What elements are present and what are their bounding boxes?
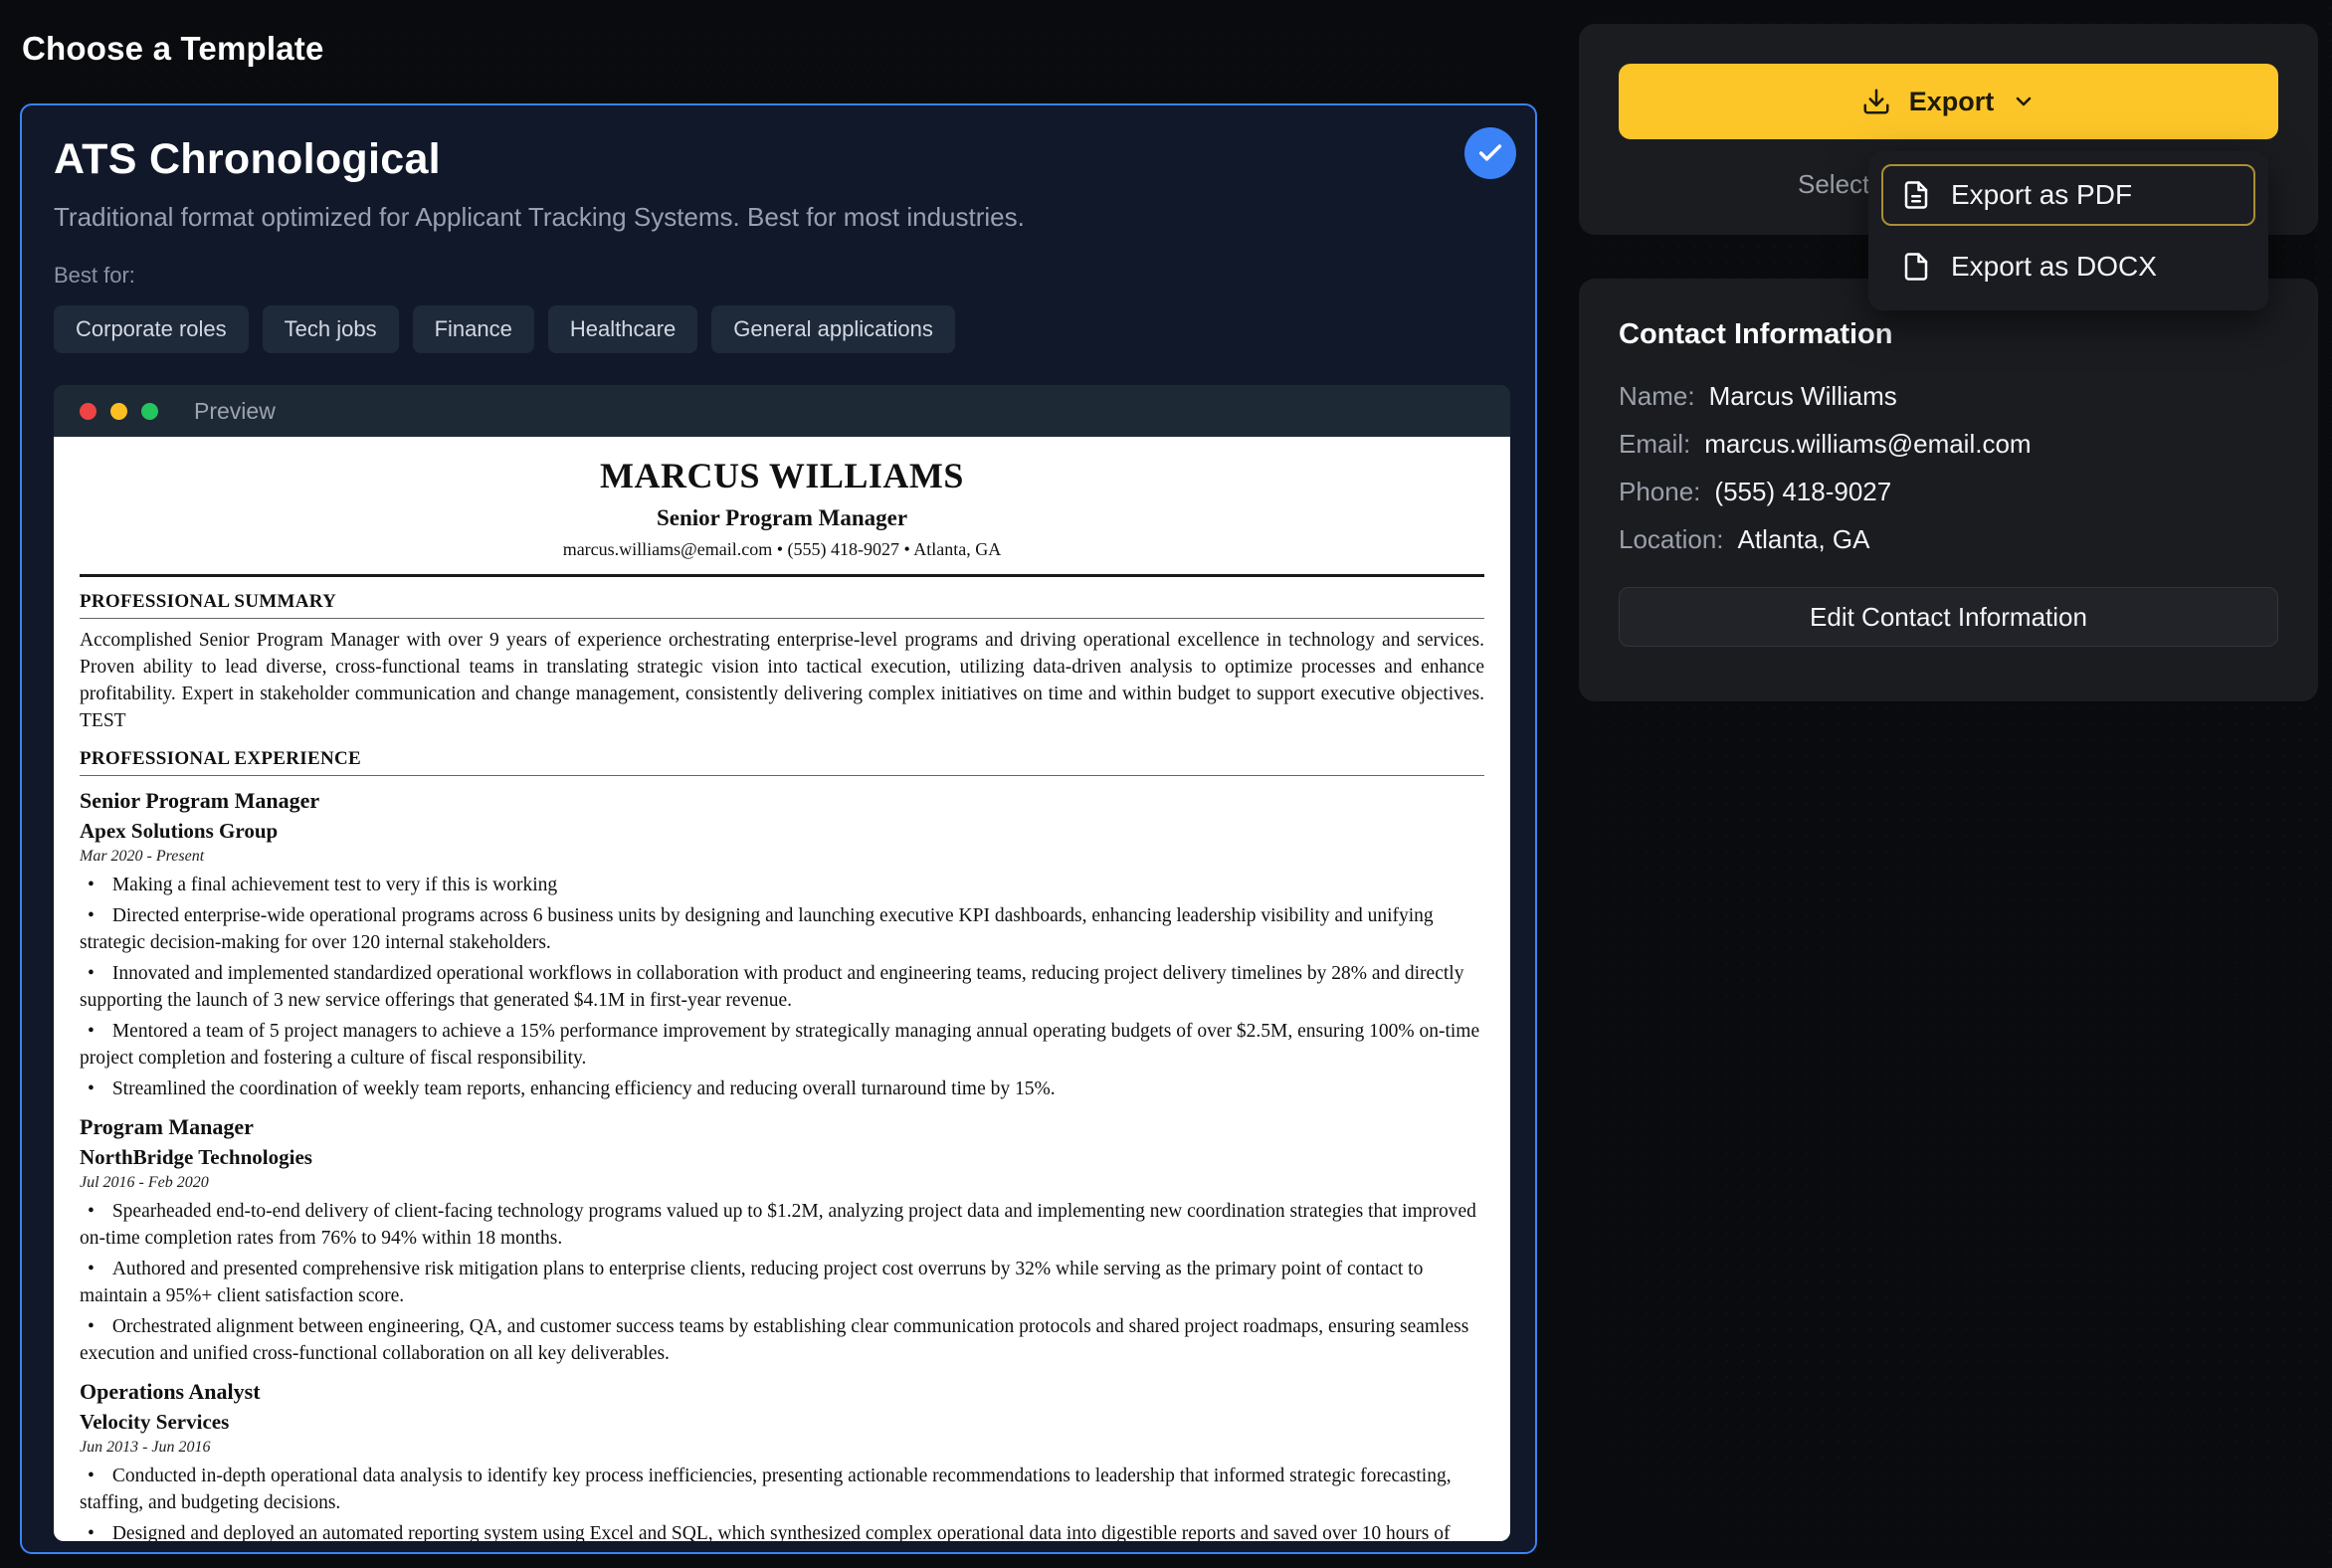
menu-item-label: Export as DOCX xyxy=(1951,251,2157,283)
export-button[interactable]: Export xyxy=(1619,64,2278,139)
job-entry: Program Manager NorthBridge Technologies… xyxy=(80,1114,1484,1367)
selected-check-badge xyxy=(1464,127,1516,179)
section-heading-experience: PROFESSIONAL EXPERIENCE xyxy=(80,748,1484,776)
page-title: Choose a Template xyxy=(22,30,324,68)
contact-row-phone: Phone: (555) 418-9027 xyxy=(1619,477,2278,507)
job-company: NorthBridge Technologies xyxy=(80,1145,1484,1170)
job-dates: Jul 2016 - Feb 2020 xyxy=(80,1174,1484,1192)
best-for-label: Best for: xyxy=(54,263,1503,289)
tag-tech-jobs: Tech jobs xyxy=(263,305,399,353)
resume-document: MARCUS WILLIAMS Senior Program Manager m… xyxy=(54,437,1510,1541)
contact-row-email: Email: marcus.williams@email.com xyxy=(1619,429,2278,460)
contact-row-location: Location: Atlanta, GA xyxy=(1619,524,2278,555)
contact-label: Location: xyxy=(1619,524,1724,555)
resume-preview-window: Preview MARCUS WILLIAMS Senior Program M… xyxy=(54,385,1510,1541)
resume-contact-line: marcus.williams@email.com • (555) 418-90… xyxy=(80,539,1484,560)
export-dropdown-menu: Export as PDF Export as DOCX xyxy=(1868,151,2268,310)
job-bullet: Authored and presented comprehensive ris… xyxy=(80,1256,1484,1309)
template-card-ats-chronological[interactable]: ATS Chronological Traditional format opt… xyxy=(20,103,1537,1554)
job-bullets: Spearheaded end-to-end delivery of clien… xyxy=(80,1198,1484,1367)
tag-healthcare: Healthcare xyxy=(548,305,697,353)
job-dates: Jun 2013 - Jun 2016 xyxy=(80,1439,1484,1457)
job-title: Program Manager xyxy=(80,1114,1484,1140)
contact-value: Marcus Williams xyxy=(1709,381,1897,412)
job-entry: Operations Analyst Velocity Services Jun… xyxy=(80,1379,1484,1541)
preview-titlebar: Preview xyxy=(54,385,1510,437)
job-dates: Mar 2020 - Present xyxy=(80,848,1484,866)
preview-label: Preview xyxy=(194,398,276,425)
chevron-down-icon xyxy=(2012,90,2036,113)
template-description: Traditional format optimized for Applica… xyxy=(54,202,1503,233)
template-title: ATS Chronological xyxy=(54,135,1503,184)
contact-value: marcus.williams@email.com xyxy=(1704,429,2031,460)
traffic-dot-green-icon xyxy=(141,403,158,420)
contact-label: Email: xyxy=(1619,429,1690,460)
export-button-label: Export xyxy=(1909,87,1995,117)
file-text-icon xyxy=(1901,180,1931,210)
contact-label: Name: xyxy=(1619,381,1695,412)
contact-value: Atlanta, GA xyxy=(1738,524,1870,555)
tag-finance: Finance xyxy=(413,305,534,353)
section-heading-summary: PROFESSIONAL SUMMARY xyxy=(80,591,1484,619)
job-bullet: Designed and deployed an automated repor… xyxy=(80,1520,1484,1541)
resume-header: MARCUS WILLIAMS Senior Program Manager m… xyxy=(80,455,1484,577)
job-bullets: Conducted in-depth operational data anal… xyxy=(80,1463,1484,1541)
job-entry: Senior Program Manager Apex Solutions Gr… xyxy=(80,788,1484,1102)
summary-text: Accomplished Senior Program Manager with… xyxy=(80,627,1484,734)
check-icon xyxy=(1476,139,1504,167)
job-bullets: Making a final achievement test to very … xyxy=(80,872,1484,1102)
contact-value: (555) 418-9027 xyxy=(1714,477,1891,507)
job-bullet: Streamlined the coordination of weekly t… xyxy=(80,1076,1484,1102)
job-bullet: Orchestrated alignment between engineeri… xyxy=(80,1313,1484,1367)
edit-contact-button[interactable]: Edit Contact Information xyxy=(1619,587,2278,647)
job-company: Velocity Services xyxy=(80,1410,1484,1435)
resume-name: MARCUS WILLIAMS xyxy=(80,455,1484,496)
menu-item-export-pdf[interactable]: Export as PDF xyxy=(1881,164,2255,226)
job-title: Senior Program Manager xyxy=(80,788,1484,814)
resume-job-title: Senior Program Manager xyxy=(80,505,1484,531)
tag-list: Corporate roles Tech jobs Finance Health… xyxy=(54,305,1503,353)
job-title: Operations Analyst xyxy=(80,1379,1484,1405)
tag-general-applications: General applications xyxy=(711,305,955,353)
job-bullet: Conducted in-depth operational data anal… xyxy=(80,1463,1484,1516)
job-bullet: Innovated and implemented standardized o… xyxy=(80,960,1484,1014)
tag-corporate-roles: Corporate roles xyxy=(54,305,249,353)
traffic-dot-red-icon xyxy=(80,403,97,420)
traffic-dot-yellow-icon xyxy=(110,403,127,420)
menu-item-export-docx[interactable]: Export as DOCX xyxy=(1881,236,2255,297)
contact-rows: Name: Marcus Williams Email: marcus.will… xyxy=(1619,381,2278,555)
job-bullet: Mentored a team of 5 project managers to… xyxy=(80,1018,1484,1072)
menu-item-label: Export as PDF xyxy=(1951,179,2132,211)
file-icon xyxy=(1901,252,1931,282)
contact-panel-title: Contact Information xyxy=(1619,318,2278,351)
job-company: Apex Solutions Group xyxy=(80,819,1484,844)
job-bullet: Making a final achievement test to very … xyxy=(80,872,1484,898)
download-icon xyxy=(1861,87,1891,116)
contact-label: Phone: xyxy=(1619,477,1700,507)
contact-row-name: Name: Marcus Williams xyxy=(1619,381,2278,412)
contact-information-panel: Contact Information Name: Marcus William… xyxy=(1579,279,2318,701)
job-bullet: Spearheaded end-to-end delivery of clien… xyxy=(80,1198,1484,1252)
job-bullet: Directed enterprise-wide operational pro… xyxy=(80,902,1484,956)
